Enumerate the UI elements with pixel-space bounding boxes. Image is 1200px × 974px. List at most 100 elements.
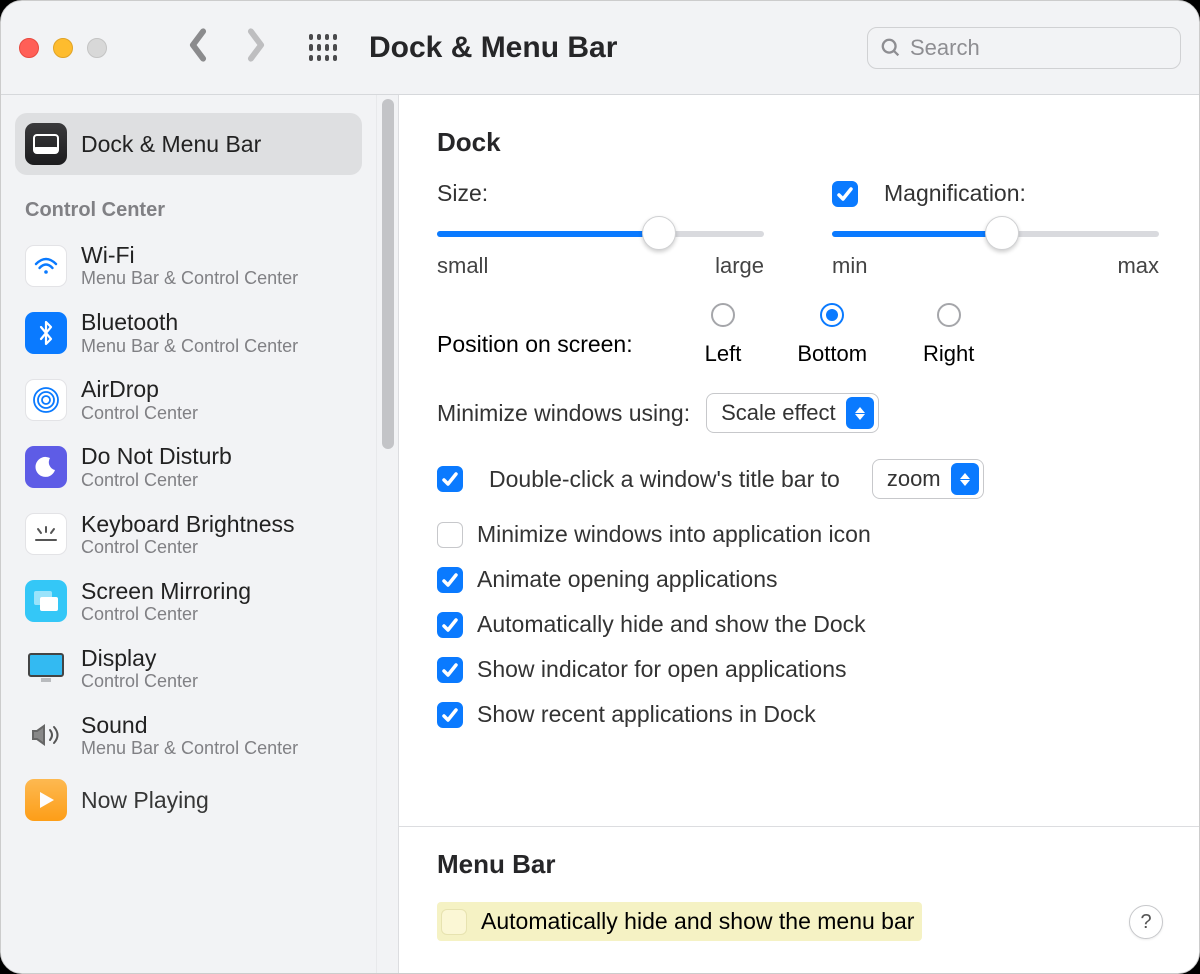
radio-icon	[711, 303, 735, 327]
radio-icon	[937, 303, 961, 327]
sidebar-item-wifi[interactable]: Wi-FiMenu Bar & Control Center	[15, 232, 362, 299]
opt-label: Show indicator for open applications	[477, 656, 847, 683]
size-label: Size:	[437, 180, 488, 207]
airdrop-icon	[25, 379, 67, 421]
position-option-label: Right	[923, 341, 974, 367]
search-icon	[880, 37, 902, 59]
sidebar-item-sublabel: Control Center	[81, 470, 232, 491]
sidebar-item-label: Keyboard Brightness	[81, 511, 295, 537]
wifi-icon	[25, 245, 67, 287]
radio-icon	[820, 303, 844, 327]
position-label: Position on screen:	[437, 303, 633, 358]
dblclick-checkbox[interactable]	[437, 466, 463, 492]
minimize-button[interactable]	[53, 38, 73, 58]
sidebar-item-sublabel: Control Center	[81, 537, 295, 558]
opt-label: Automatically hide and show the Dock	[477, 611, 866, 638]
sidebar-item-sublabel: Control Center	[81, 604, 251, 625]
minimize-using-select[interactable]: Scale effect	[706, 393, 879, 433]
sidebar-item-label: Display	[81, 645, 198, 671]
show-all-icon[interactable]	[309, 34, 337, 62]
sidebar-item-sublabel: Control Center	[81, 671, 198, 692]
dock-heading: Dock	[437, 127, 1159, 158]
sidebar-item-sound[interactable]: SoundMenu Bar & Control Center	[15, 702, 362, 769]
maximize-button[interactable]	[87, 38, 107, 58]
sidebar-item-sublabel: Menu Bar & Control Center	[81, 268, 298, 289]
content-pane: Dock Size: small large Magnification:	[399, 95, 1199, 973]
sidebar-item-screen-mirroring[interactable]: Screen MirroringControl Center	[15, 568, 362, 635]
chevron-updown-icon	[846, 397, 874, 429]
position-option-label: Bottom	[797, 341, 867, 367]
position-bottom[interactable]: Bottom	[797, 303, 867, 367]
minimize-using-label: Minimize windows using:	[437, 400, 690, 427]
close-button[interactable]	[19, 38, 39, 58]
menubar-heading: Menu Bar	[437, 849, 1159, 880]
sidebar-item-bluetooth[interactable]: BluetoothMenu Bar & Control Center	[15, 299, 362, 366]
magnification-checkbox[interactable]	[832, 181, 858, 207]
autohide-menubar-label: Automatically hide and show the menu bar	[481, 908, 914, 935]
sidebar-item-sublabel: Menu Bar & Control Center	[81, 336, 298, 357]
opt-label: Animate opening applications	[477, 566, 777, 593]
now-playing-icon	[25, 779, 67, 821]
position-right[interactable]: Right	[923, 303, 974, 367]
sidebar-item-label: AirDrop	[81, 376, 198, 402]
size-min-label: small	[437, 253, 488, 279]
sidebar-item-dock-menu-bar[interactable]: Dock & Menu Bar	[15, 113, 362, 175]
position-option-label: Left	[705, 341, 742, 367]
search-field[interactable]: Search	[867, 27, 1181, 69]
sidebar-item-dnd[interactable]: Do Not DisturbControl Center	[15, 433, 362, 500]
magnification-label: Magnification:	[884, 180, 1026, 207]
sidebar-item-display[interactable]: DisplayControl Center	[15, 635, 362, 702]
window-title: Dock & Menu Bar	[369, 31, 617, 65]
sidebar-item-label: Dock & Menu Bar	[81, 131, 261, 157]
search-placeholder: Search	[910, 35, 980, 61]
sidebar-item-label: Do Not Disturb	[81, 443, 232, 469]
mag-min-label: min	[832, 253, 867, 279]
sidebar-section-control-center: Control Center	[15, 175, 362, 232]
autohide-menubar-checkbox[interactable]	[441, 909, 467, 935]
opt-animate-open-checkbox[interactable]	[437, 567, 463, 593]
sidebar-item-label: Bluetooth	[81, 309, 298, 335]
sidebar-item-label: Screen Mirroring	[81, 578, 251, 604]
sidebar-item-label: Sound	[81, 712, 298, 738]
scrollbar-thumb[interactable]	[382, 99, 394, 449]
traffic-lights	[19, 38, 107, 58]
sidebar-item-sublabel: Control Center	[81, 403, 198, 424]
sidebar-item-sublabel: Menu Bar & Control Center	[81, 738, 298, 759]
system-preferences-window: Dock & Menu Bar Search Dock & Menu Bar C…	[0, 0, 1200, 974]
moon-icon	[25, 446, 67, 488]
select-value: Scale effect	[721, 400, 836, 426]
sidebar-item-label: Now Playing	[81, 787, 209, 813]
sound-icon	[25, 714, 67, 756]
titlebar: Dock & Menu Bar Search	[1, 1, 1199, 95]
sidebar-scrollbar[interactable]	[376, 95, 399, 973]
opt-autohide-dock-checkbox[interactable]	[437, 612, 463, 638]
autohide-menubar-row-highlight: Automatically hide and show the menu bar	[437, 902, 922, 941]
display-icon	[25, 647, 67, 689]
nav-buttons	[187, 28, 267, 67]
sidebar-item-airdrop[interactable]: AirDropControl Center	[15, 366, 362, 433]
keyboard-brightness-icon	[25, 513, 67, 555]
opt-label: Show recent applications in Dock	[477, 701, 816, 728]
dock-icon	[25, 123, 67, 165]
size-max-label: large	[715, 253, 764, 279]
sidebar-item-label: Wi-Fi	[81, 242, 298, 268]
dblclick-label: Double-click a window's title bar to	[489, 466, 840, 493]
sidebar: Dock & Menu Bar Control Center Wi-FiMenu…	[1, 95, 376, 973]
opt-label: Minimize windows into application icon	[477, 521, 871, 548]
screen-mirroring-icon	[25, 580, 67, 622]
sidebar-item-keyboard-brightness[interactable]: Keyboard BrightnessControl Center	[15, 501, 362, 568]
magnification-slider[interactable]	[832, 221, 1159, 245]
help-label: ?	[1140, 911, 1151, 934]
chevron-updown-icon	[951, 463, 979, 495]
forward-button[interactable]	[245, 28, 267, 67]
bluetooth-icon	[25, 312, 67, 354]
opt-minimize-into-icon-checkbox[interactable]	[437, 522, 463, 548]
opt-indicator-checkbox[interactable]	[437, 657, 463, 683]
opt-recent-apps-checkbox[interactable]	[437, 702, 463, 728]
size-slider[interactable]	[437, 221, 764, 245]
back-button[interactable]	[187, 28, 209, 67]
help-button[interactable]: ?	[1129, 905, 1163, 939]
position-left[interactable]: Left	[705, 303, 742, 367]
dblclick-select[interactable]: zoom	[872, 459, 984, 499]
sidebar-item-now-playing[interactable]: Now Playing	[15, 769, 362, 831]
